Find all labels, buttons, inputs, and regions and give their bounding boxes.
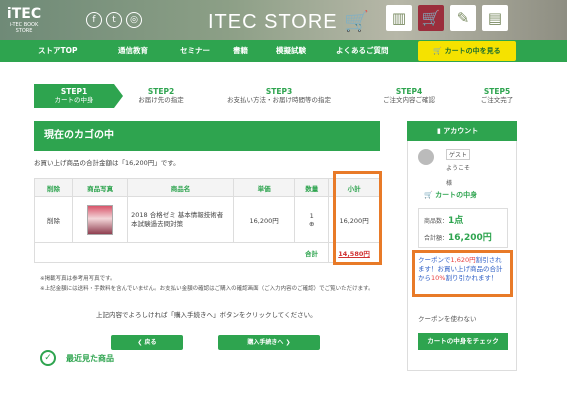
step-1: STEP1 カートの中身 xyxy=(34,84,114,108)
nav-correspondence[interactable]: 通信教育 xyxy=(118,40,148,62)
product-name[interactable]: 2018 合格ゼミ 基本情報技術者 本試験過去問対策 xyxy=(127,196,234,243)
proceed-button[interactable]: 購入手続きへ ❯ xyxy=(218,335,320,350)
unit-price: 16,200円 xyxy=(232,196,296,243)
twitter-icon[interactable]: t xyxy=(106,12,122,28)
nav-mock-exam[interactable]: 模擬試験 xyxy=(276,40,306,62)
step-4: STEP4 ご注文内容ご確認 xyxy=(383,87,435,104)
item-count: 商品数：1点 xyxy=(424,216,464,226)
nav-books[interactable]: 書籍 xyxy=(233,40,248,62)
chevron-right-icon: ❯ xyxy=(285,339,291,346)
instagram-icon[interactable]: ◎ xyxy=(126,12,142,28)
document-icon[interactable]: ▤ xyxy=(482,5,508,31)
note-price: ※上記金額には送料・手数料を含んでいません。お支払い金額の確認はご購入の確認画面… xyxy=(40,286,374,292)
cart-icon: 🛒 xyxy=(433,47,443,55)
account-icon: ▮ xyxy=(437,127,441,135)
checkout-steps: STEP1 カートの中身 STEP2 お届け先の指定 STEP3 お支払い方法・お届け… xyxy=(34,84,532,108)
note-photo: ※掲載写真は参考用写真です。 xyxy=(40,276,116,282)
pencil-icon[interactable]: ✎ xyxy=(450,5,476,31)
product-photo xyxy=(72,196,129,243)
step-3: STEP3 お支払い方法・お届け時間等の指定 xyxy=(227,87,331,104)
col-price: 単価 xyxy=(232,178,296,197)
no-coupon-option[interactable]: クーポンを使わない xyxy=(418,313,477,323)
building-icon[interactable]: ▥ xyxy=(386,5,412,31)
cart-table: 削除 商品写真 商品名 単価 数量 小計 削除 2018 合格ゼミ 基本情報技術… xyxy=(33,178,380,263)
col-name: 商品名 xyxy=(127,178,234,197)
check-cart-button[interactable]: カートの中身をチェック xyxy=(418,333,508,350)
quantity-stepper[interactable]: 1 ⊕ xyxy=(294,196,330,243)
step-5: STEP5 ご注文完了 xyxy=(480,87,514,104)
back-button[interactable]: ❮ 戻る xyxy=(111,335,183,350)
sidebar-header: ▮ アカウント xyxy=(407,121,517,141)
cart-logo-icon: 🛒 xyxy=(344,11,371,33)
header: iTEC i-TEC BOOK STORE f t ◎ ITEC STORE 🛒 … xyxy=(0,0,567,40)
total-label: 合計 xyxy=(294,242,330,263)
site-logo[interactable]: iTEC i-TEC BOOK STORE xyxy=(6,6,42,34)
coupon-notice: クーポンで1,620円割引されます！お買い上げ商品の合計から10%割り引かれます… xyxy=(412,250,513,297)
cart-title: 現在のカゴの中 xyxy=(34,121,380,151)
col-qty: 数量 xyxy=(294,178,330,197)
cart-icon: 🛒 xyxy=(424,191,433,199)
nav-seminar[interactable]: セミナー xyxy=(180,40,210,62)
nav-faq[interactable]: よくあるご質問 xyxy=(336,40,389,62)
col-photo: 商品写真 xyxy=(72,178,129,197)
sidebar-total: 合計額：16,200円 xyxy=(424,233,492,243)
step-2: STEP2 お届け先の指定 xyxy=(138,87,184,104)
avatar xyxy=(418,149,434,165)
delete-link[interactable]: 削除 xyxy=(33,196,74,243)
step-arrow xyxy=(114,84,123,108)
plus-icon: ⊕ xyxy=(309,219,315,228)
total-row: 合計 14,580円 xyxy=(33,242,380,263)
recent-items-heading: 最近見た商品 xyxy=(66,354,114,363)
chevron-left-icon: ❮ xyxy=(137,339,143,346)
sama-text: 様 xyxy=(446,180,453,187)
table-row: 削除 2018 合格ゼミ 基本情報技術者 本試験過去問対策 16,200円 1 ⊕… xyxy=(33,196,380,243)
cart-header-row: 削除 商品写真 商品名 単価 数量 小計 xyxy=(33,178,380,197)
cart-summary: お買い上げ商品の合計金額は「16,200円」です。 xyxy=(34,159,180,167)
guest-badge: ゲスト xyxy=(446,149,471,160)
store-title: ITEC STORE 🛒 xyxy=(208,11,371,33)
nav-store-top[interactable]: ストアTOP xyxy=(38,40,78,62)
subtotal-highlight xyxy=(333,171,382,265)
cart-icon[interactable]: 🛒 xyxy=(418,5,444,31)
sidebar-cart-title: 🛒 カートの中身 xyxy=(424,191,478,199)
col-delete: 削除 xyxy=(33,178,74,197)
welcome-text: ようこそ xyxy=(446,165,471,172)
check-icon: ✓ xyxy=(40,350,56,366)
facebook-icon[interactable]: f xyxy=(86,12,102,28)
view-cart-button[interactable]: 🛒 カートの中を見る xyxy=(418,41,516,61)
proceed-message: 上記内容でよろしければ「購入手続きへ」ボタンをクリックしてください。 xyxy=(96,311,317,319)
